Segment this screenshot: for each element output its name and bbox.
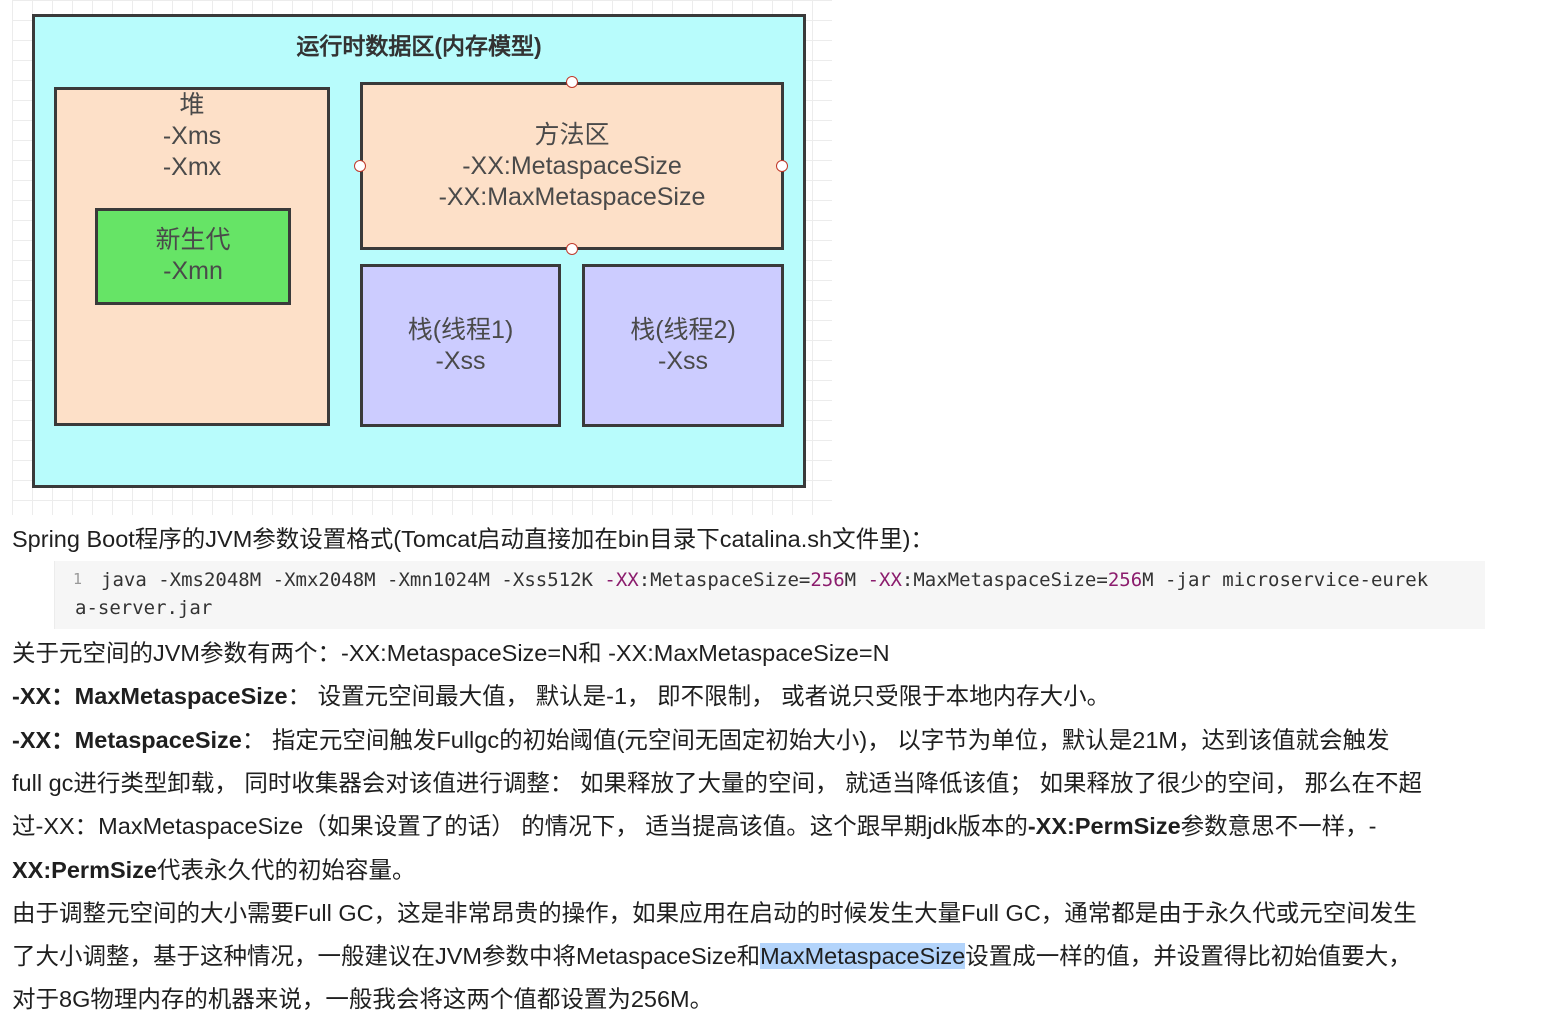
resize-handle-right[interactable]	[776, 160, 788, 172]
method-area-label: 方法区	[534, 121, 610, 149]
recommendation-paragraph-line3: 对于8G物理内存的机器来说，一般我会将这两个值都设置为256M。	[12, 986, 714, 1012]
young-generation-param: -Xmn	[163, 257, 223, 285]
recommendation-paragraph-line1: 由于调整元空间的大小需要Full GC，这是非常昂贵的操作，如果应用在启动的时候…	[12, 900, 1417, 926]
stack-thread2-box: 栈(线程2) -Xss	[582, 264, 784, 427]
metaspace-size-paragraph-line1: -XX：MetaspaceSize： 指定元空间触发Fullgc的初始阈值(元空…	[12, 727, 1390, 753]
code-line-wrap: a-server.jar	[75, 597, 213, 619]
max-metaspace-size-paragraph: -XX：MaxMetaspaceSize： 设置元空间最大值， 默认是-1， 即…	[12, 683, 1111, 709]
heap-label: 堆	[179, 91, 205, 119]
resize-handle-top[interactable]	[566, 76, 578, 88]
selected-text-highlight[interactable]: MaxMetaspaceSize	[760, 943, 966, 969]
young-generation-box: 新生代 -Xmn	[95, 208, 291, 305]
metaspace-size-paragraph-line2: full gc进行类型卸载， 同时收集器会对该值进行调整： 如果释放了大量的空间…	[12, 770, 1423, 796]
young-generation-label: 新生代	[155, 226, 231, 254]
permsize-term-2: XX:PermSize	[12, 857, 157, 883]
method-area-param-metaspace: -XX:MetaspaceSize	[462, 152, 682, 180]
metaspace-params-paragraph: 关于元空间的JVM参数有两个：-XX:MetaspaceSize=N和 -XX:…	[12, 640, 890, 666]
jvm-memory-diagram: 运行时数据区(内存模型) 堆 -Xms -Xmx 新生代 -Xmn 方法区 -X…	[12, 0, 832, 515]
code-line-number: 1	[73, 570, 83, 588]
heap-param-xmx: -Xmx	[162, 153, 222, 181]
metaspace-size-term: -XX：MetaspaceSize	[12, 727, 242, 753]
method-area-box[interactable]: 方法区 -XX:MetaspaceSize -XX:MaxMetaspaceSi…	[360, 82, 784, 250]
stack-thread1-param: -Xss	[435, 347, 486, 375]
resize-handle-bottom[interactable]	[566, 243, 578, 255]
metaspace-size-paragraph-line3: 过-XX：MaxMetaspaceSize（如果设置了的话） 的情况下， 适当提…	[12, 813, 1377, 839]
stack-thread2-param: -Xss	[658, 347, 708, 375]
stack-thread2-label: 栈(线程2)	[630, 316, 736, 344]
intro-paragraph: Spring Boot程序的JVM参数设置格式(Tomcat启动直接加在bin目…	[12, 526, 934, 552]
max-metaspace-size-term: -XX：MaxMetaspaceSize	[12, 683, 288, 709]
metaspace-size-paragraph-line4: XX:PermSize代表永久代的初始容量。	[12, 857, 416, 883]
permsize-term: -XX:PermSize	[1027, 813, 1181, 839]
recommendation-paragraph-line2: 了大小调整，基于这种情况，一般建议在JVM参数中将MetaspaceSize和M…	[12, 943, 1412, 969]
stack-thread1-label: 栈(线程1)	[407, 316, 514, 344]
method-area-param-max-metaspace: -XX:MaxMetaspaceSize	[438, 183, 706, 211]
code-block[interactable]: 1 java -Xms2048M -Xmx2048M -Xmn1024M -Xs…	[54, 561, 1485, 629]
code-line: java -Xms2048M -Xmx2048M -Xmn1024M -Xss5…	[101, 569, 1429, 591]
runtime-data-area-title: 运行时数据区(内存模型)	[296, 33, 542, 59]
stack-thread1-box: 栈(线程1) -Xss	[360, 264, 561, 427]
resize-handle-left[interactable]	[354, 160, 366, 172]
heap-param-xms: -Xms	[162, 122, 222, 150]
